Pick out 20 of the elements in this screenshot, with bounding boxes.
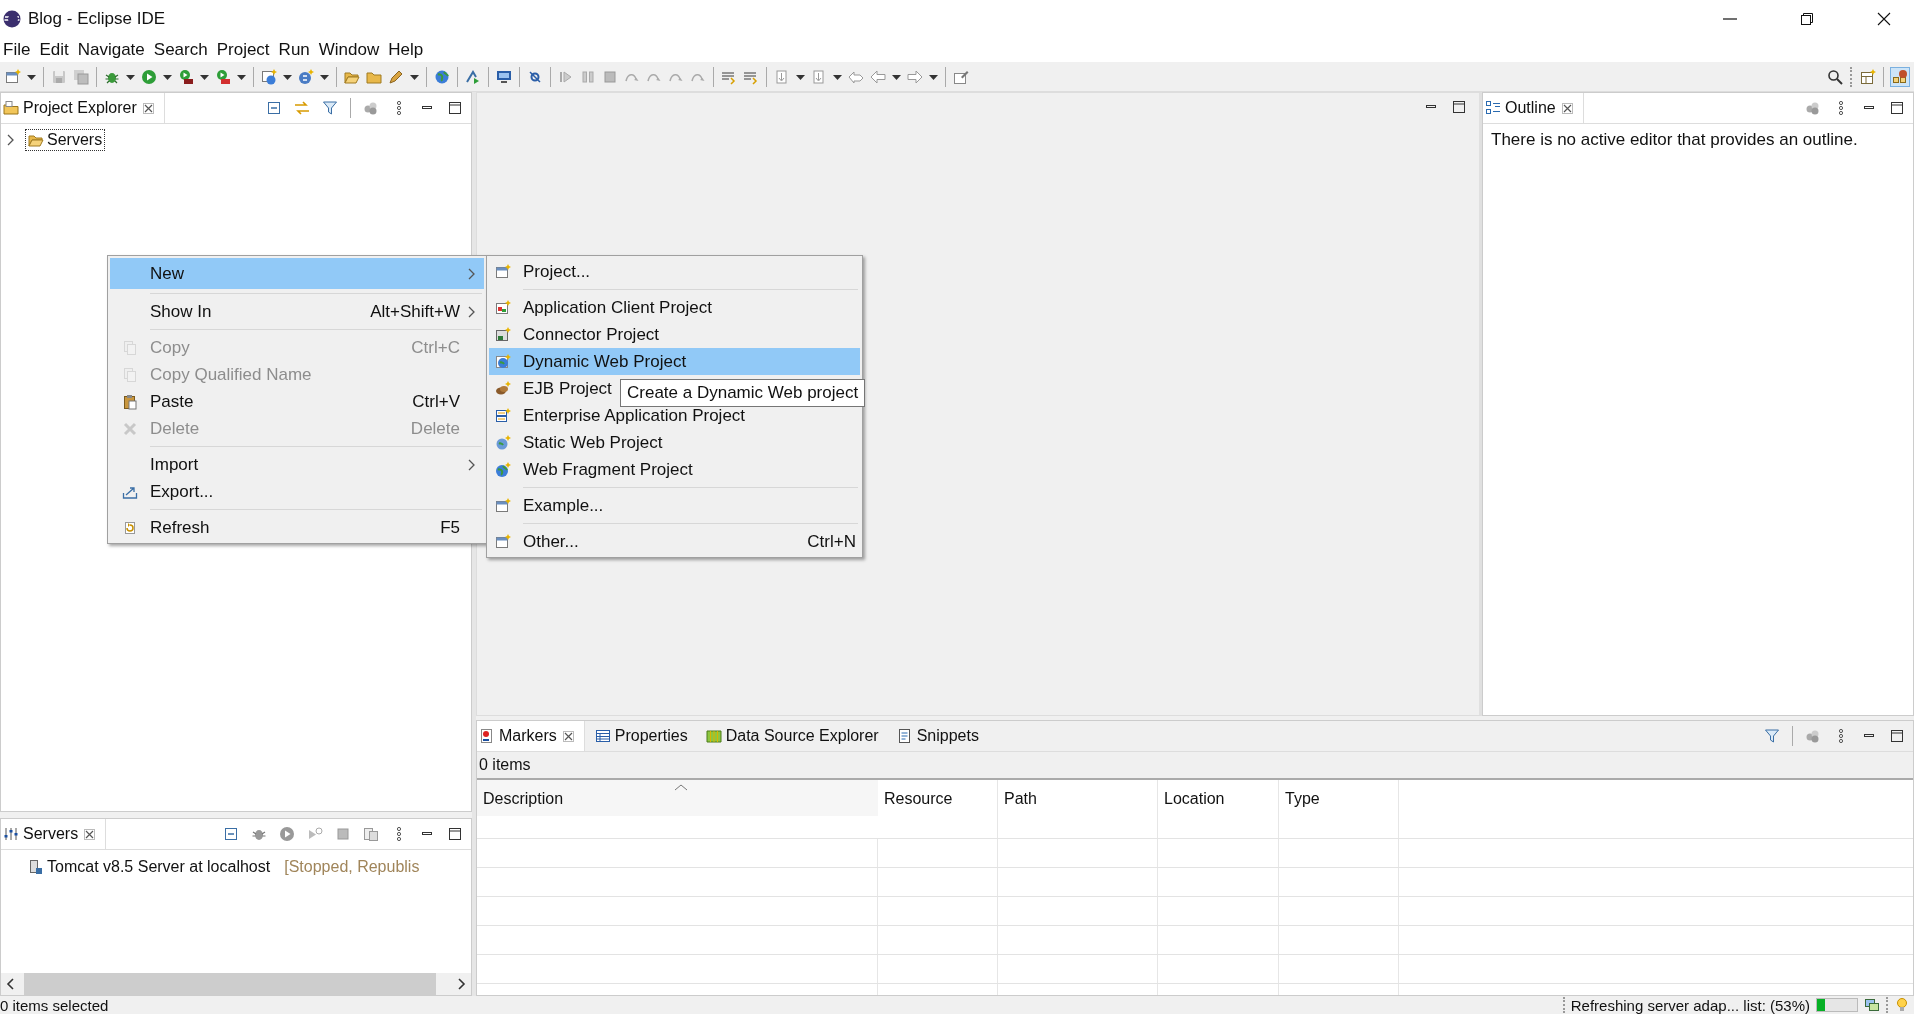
- progress-text: Refreshing server adap... list: (53%): [1570, 996, 1810, 1014]
- window-title: Blog - Eclipse IDE: [28, 9, 165, 29]
- tab-title: Markers: [499, 727, 557, 745]
- shortcut-text: Ctrl+N: [807, 531, 856, 552]
- tab-title: Servers: [23, 825, 79, 843]
- tab-title: Project Explorer: [23, 99, 137, 117]
- shortcut-text: Delete: [410, 418, 460, 439]
- server-status: [Stopped, Republis: [284, 858, 420, 876]
- shortcut-text: Ctrl+V: [412, 391, 460, 412]
- status-text: 0 items selected: [0, 996, 109, 1014]
- tab-title: Outline: [1505, 99, 1556, 117]
- tab-title: Data Source Explorer: [725, 727, 879, 745]
- shortcut-text: F5: [440, 517, 460, 538]
- outline-message: There is no active editor that provides an outline.: [1491, 130, 1859, 150]
- tab-title: Snippets: [916, 727, 979, 745]
- tooltip: Create a Dynamic Web project: [620, 379, 866, 407]
- item-count: 0 items: [479, 756, 531, 774]
- shortcut-text: Ctrl+C: [411, 337, 460, 358]
- shortcut-text: Alt+Shift+W: [370, 301, 460, 322]
- tab-title: Properties: [614, 727, 688, 745]
